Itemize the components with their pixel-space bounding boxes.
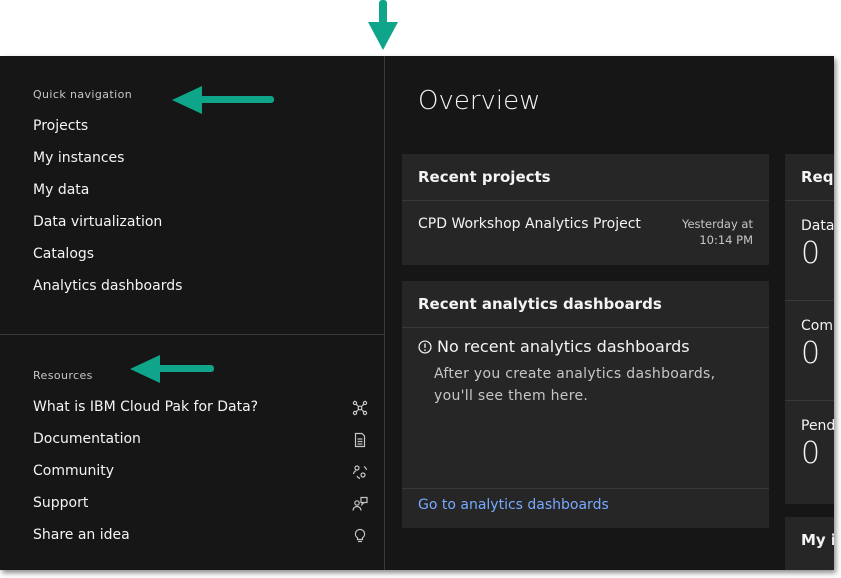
request-count-com: 0 [801, 336, 821, 371]
community-icon [352, 465, 368, 480]
nav-link-data-virtualization[interactable]: Data virtualization [33, 214, 162, 230]
recent-dashboards-title: Recent analytics dashboards [418, 295, 662, 313]
resource-link-support[interactable]: Support [33, 495, 88, 511]
requests-title: Req [801, 168, 834, 186]
page-title: Overview [418, 86, 541, 116]
info-icon [418, 339, 432, 354]
request-count-pend: 0 [801, 436, 821, 471]
quick-nav-title: Quick navigation [33, 88, 133, 101]
project-timestamp: Yesterday at 10:14 PM [681, 217, 753, 247]
annotation-arrow-left-resources [130, 355, 214, 383]
resource-link-documentation[interactable]: Documentation [33, 431, 141, 447]
recent-dashboards-card: Recent analytics dashboards No recent an… [402, 281, 769, 528]
annotation-arrow-down [368, 0, 398, 50]
app-window: Quick navigation Projects My instances M… [0, 56, 834, 570]
request-count-data: 0 [801, 236, 821, 271]
resources-title: Resources [33, 369, 93, 382]
side-panel: Quick navigation Projects My instances M… [0, 56, 385, 570]
recent-projects-card: Recent projects CPD Workshop Analytics P… [402, 154, 769, 265]
empty-state-body: After you create analytics dashboards, y… [434, 366, 716, 404]
nav-link-projects[interactable]: Projects [33, 118, 88, 134]
request-label-com: Com [801, 318, 833, 334]
lightbulb-icon [354, 528, 366, 543]
card-divider [402, 327, 769, 328]
nav-link-my-data[interactable]: My data [33, 182, 89, 198]
my-instances-card: My i [785, 517, 834, 570]
network-icon [352, 400, 368, 416]
request-label-pend: Pend [801, 418, 834, 434]
nav-link-my-instances[interactable]: My instances [33, 150, 124, 166]
requests-card: Req Data 0 Com 0 Pend 0 [785, 154, 834, 504]
my-instances-title: My i [801, 531, 834, 549]
document-icon [354, 432, 366, 448]
go-to-dashboards-link[interactable]: Go to analytics dashboards [418, 497, 609, 513]
nav-link-catalogs[interactable]: Catalogs [33, 246, 94, 262]
annotation-arrow-left-quick-nav [172, 86, 274, 114]
recent-project-row[interactable]: CPD Workshop Analytics Project Yesterday… [402, 200, 769, 265]
resource-link-share-idea[interactable]: Share an idea [33, 527, 130, 543]
recent-projects-title: Recent projects [418, 168, 551, 186]
card-divider [402, 488, 769, 489]
card-divider [785, 400, 834, 401]
support-icon [352, 496, 368, 511]
request-label-data: Data [801, 218, 834, 234]
card-divider [785, 200, 834, 201]
project-name: CPD Workshop Analytics Project [418, 216, 641, 232]
resource-link-community[interactable]: Community [33, 463, 114, 479]
section-divider [0, 334, 384, 335]
nav-link-analytics-dashboards[interactable]: Analytics dashboards [33, 278, 182, 294]
card-divider [785, 300, 834, 301]
empty-state-heading: No recent analytics dashboards [418, 337, 690, 356]
resource-link-what-is[interactable]: What is IBM Cloud Pak for Data? [33, 399, 258, 415]
